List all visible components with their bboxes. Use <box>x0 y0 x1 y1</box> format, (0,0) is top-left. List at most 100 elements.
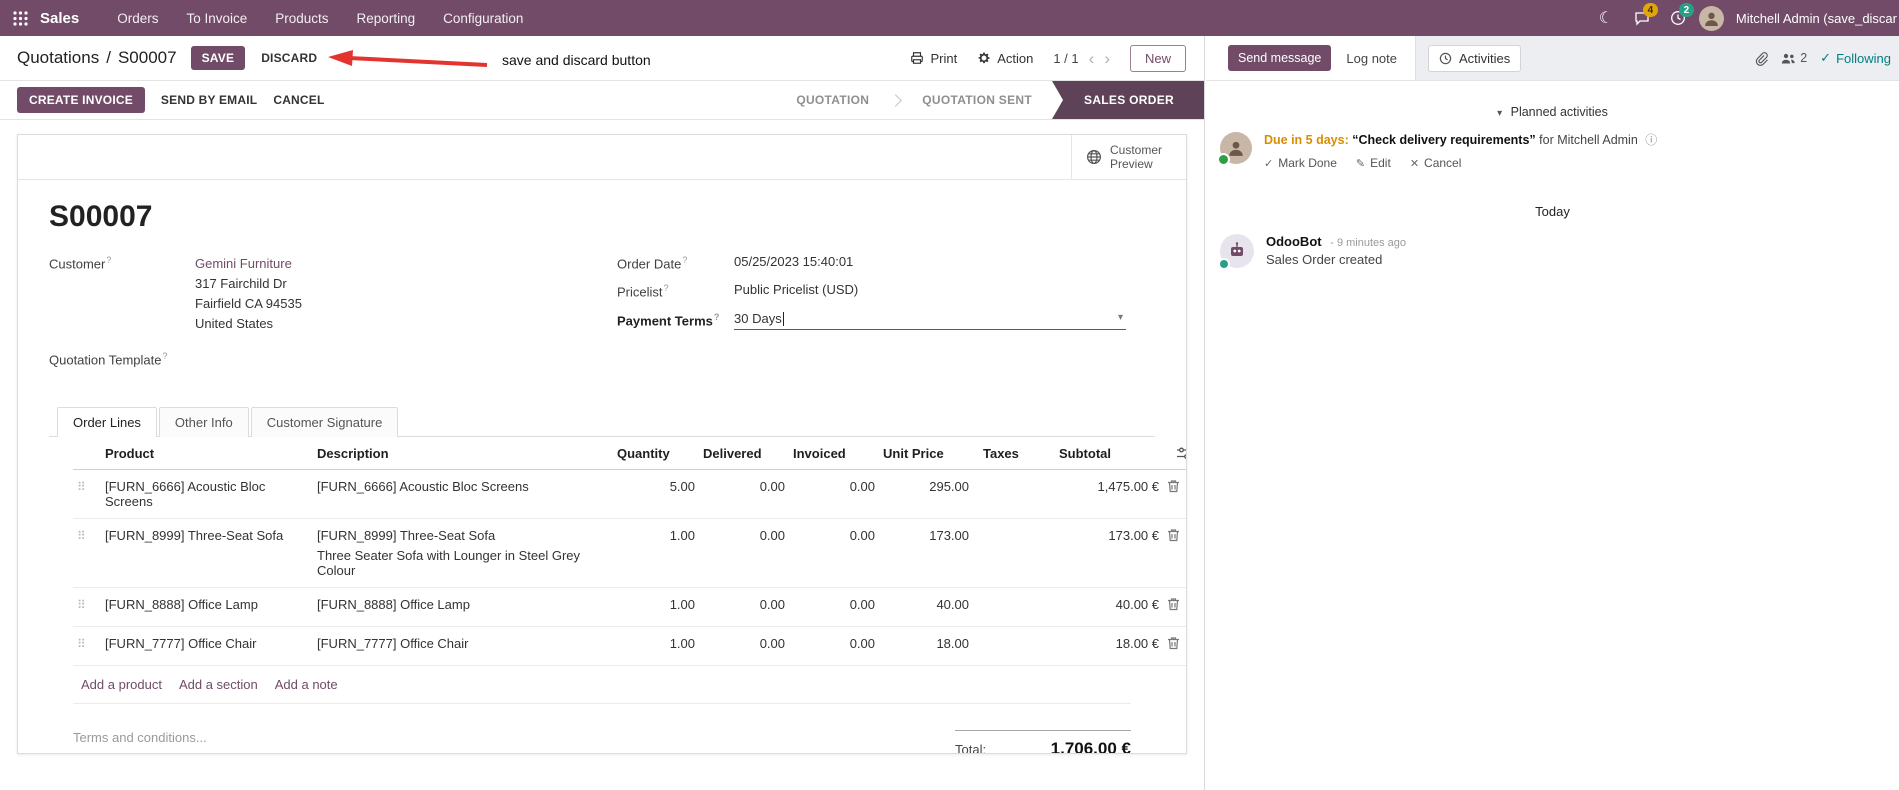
terms-and-conditions-input[interactable]: Terms and conditions... <box>73 730 207 745</box>
cell-taxes[interactable] <box>973 587 1055 628</box>
cell-product[interactable]: [FURN_6666] Acoustic Bloc Screens <box>101 469 313 520</box>
menu-orders[interactable]: Orders <box>105 3 170 34</box>
quotation-template-label[interactable]: Quotation Template? <box>49 350 195 367</box>
discard-button[interactable]: DISCARD <box>261 51 317 65</box>
cell-description[interactable]: [FURN_6666] Acoustic Bloc Screens <box>313 469 613 520</box>
tab-order-lines[interactable]: Order Lines <box>57 407 157 438</box>
pager-next-icon[interactable]: › <box>1104 50 1110 67</box>
drag-handle-icon[interactable]: ⠿ <box>77 598 86 612</box>
menu-to-invoice[interactable]: To Invoice <box>174 3 259 34</box>
order-date-value[interactable]: 05/25/2023 15:40:01 <box>734 254 1126 271</box>
customer-preview-button[interactable]: Customer Preview <box>1071 135 1186 179</box>
col-unit-price[interactable]: Unit Price <box>879 437 973 471</box>
user-avatar[interactable] <box>1698 5 1724 31</box>
customer-link[interactable]: Gemini Furniture <box>195 254 617 274</box>
order-line-row[interactable]: ⠿ [FURN_7777] Office Chair [FURN_7777] O… <box>73 626 1186 667</box>
activities-menu[interactable]: 2 <box>1663 0 1694 36</box>
delete-line-icon[interactable] <box>1167 479 1180 493</box>
cell-quantity[interactable]: 1.00 <box>613 587 699 628</box>
dropdown-caret-icon[interactable]: ▾ <box>1118 312 1123 323</box>
print-button[interactable]: Print <box>910 51 957 66</box>
planned-activities-header[interactable]: ▾ Planned activities <box>1206 105 1899 119</box>
cell-delivered[interactable]: 0.00 <box>699 469 789 520</box>
cell-quantity[interactable]: 5.00 <box>613 469 699 520</box>
cell-unit-price[interactable]: 295.00 <box>879 469 973 520</box>
edit-activity-button[interactable]: ✎ Edit <box>1356 156 1391 170</box>
cell-invoiced[interactable]: 0.00 <box>789 587 879 628</box>
col-delivered[interactable]: Delivered <box>699 437 789 471</box>
order-line-row[interactable]: ⠿ [FURN_6666] Acoustic Bloc Screens [FUR… <box>73 469 1186 520</box>
delete-line-icon[interactable] <box>1167 528 1180 542</box>
tab-other-info[interactable]: Other Info <box>158 407 249 438</box>
app-name[interactable]: Sales <box>40 10 79 27</box>
dark-mode-toggle[interactable]: ☾ <box>1591 0 1621 36</box>
add-product-link[interactable]: Add a product <box>81 677 162 692</box>
order-line-row[interactable]: ⠿ [FURN_8999] Three-Seat Sofa [FURN_8999… <box>73 518 1186 589</box>
cell-quantity[interactable]: 1.00 <box>613 518 699 589</box>
apps-grid-icon[interactable] <box>0 0 40 36</box>
breadcrumb-quotations[interactable]: Quotations <box>17 48 99 68</box>
cell-product[interactable]: [FURN_7777] Office Chair <box>101 626 313 667</box>
mark-done-button[interactable]: ✓ Mark Done <box>1264 156 1337 170</box>
cell-unit-price[interactable]: 173.00 <box>879 518 973 589</box>
order-line-row[interactable]: ⠿ [FURN_8888] Office Lamp [FURN_8888] Of… <box>73 587 1186 628</box>
cell-product[interactable]: [FURN_8999] Three-Seat Sofa <box>101 518 313 589</box>
cell-invoiced[interactable]: 0.00 <box>789 518 879 589</box>
col-subtotal[interactable]: Subtotal <box>1055 437 1163 471</box>
cell-taxes[interactable] <box>973 469 1055 520</box>
new-button[interactable]: New <box>1129 44 1186 72</box>
cell-delivered[interactable]: 0.00 <box>699 626 789 667</box>
tab-customer-signature[interactable]: Customer Signature <box>250 407 399 438</box>
cancel-button[interactable]: CANCEL <box>273 93 324 107</box>
user-menu[interactable]: Mitchell Admin (save_discar <box>1730 11 1897 26</box>
cell-invoiced[interactable]: 0.00 <box>789 626 879 667</box>
activity-avatar[interactable] <box>1217 132 1252 166</box>
stage-quotation-sent[interactable]: QUOTATION SENT <box>902 81 1052 119</box>
add-section-link[interactable]: Add a section <box>179 677 258 692</box>
cell-description[interactable]: [FURN_8999] Three-Seat Sofa Three Seater … <box>313 518 613 589</box>
activities-button[interactable]: Activities <box>1428 44 1522 72</box>
cell-description[interactable]: [FURN_7777] Office Chair <box>313 626 613 667</box>
following-button[interactable]: ✓ Following <box>1820 50 1891 66</box>
stage-quotation[interactable]: QUOTATION <box>776 81 889 119</box>
send-by-email-button[interactable]: SEND BY EMAIL <box>161 93 257 107</box>
delete-line-icon[interactable] <box>1167 636 1180 650</box>
cell-taxes[interactable] <box>973 626 1055 667</box>
drag-handle-icon[interactable]: ⠿ <box>77 480 86 494</box>
col-quantity[interactable]: Quantity <box>613 437 699 471</box>
log-note-button[interactable]: Log note <box>1346 51 1397 66</box>
pager-previous-icon[interactable]: ‹ <box>1089 50 1095 67</box>
add-note-link[interactable]: Add a note <box>275 677 338 692</box>
drag-handle-icon[interactable]: ⠿ <box>77 637 86 651</box>
followers-button[interactable]: 2 <box>1781 51 1807 65</box>
menu-configuration[interactable]: Configuration <box>431 3 535 34</box>
message-author[interactable]: OdooBot <box>1266 234 1322 249</box>
info-icon[interactable]: ⓘ <box>1645 133 1657 147</box>
menu-products[interactable]: Products <box>263 3 340 34</box>
col-description[interactable]: Description <box>313 437 613 471</box>
cell-invoiced[interactable]: 0.00 <box>789 469 879 520</box>
cell-product[interactable]: [FURN_8888] Office Lamp <box>101 587 313 628</box>
cancel-activity-button[interactable]: ✕ Cancel <box>1410 156 1462 170</box>
delete-line-icon[interactable] <box>1167 597 1180 611</box>
menu-reporting[interactable]: Reporting <box>345 3 428 34</box>
cell-unit-price[interactable]: 18.00 <box>879 626 973 667</box>
create-invoice-button[interactable]: CREATE INVOICE <box>17 87 145 113</box>
cell-description[interactable]: [FURN_8888] Office Lamp <box>313 587 613 628</box>
cell-unit-price[interactable]: 40.00 <box>879 587 973 628</box>
payment-terms-input[interactable]: 30 Days ▾ <box>734 311 1126 330</box>
save-button[interactable]: SAVE <box>190 46 246 70</box>
cell-delivered[interactable]: 0.00 <box>699 518 789 589</box>
stage-sales-order[interactable]: SALES ORDER <box>1052 81 1204 119</box>
col-taxes[interactable]: Taxes <box>973 437 1055 471</box>
pricelist-value[interactable]: Public Pricelist (USD) <box>734 282 1126 299</box>
action-menu-button[interactable]: Action <box>977 51 1033 66</box>
cell-delivered[interactable]: 0.00 <box>699 587 789 628</box>
drag-handle-icon[interactable]: ⠿ <box>77 529 86 543</box>
col-product[interactable]: Product <box>101 437 313 471</box>
cell-quantity[interactable]: 1.00 <box>613 626 699 667</box>
col-invoiced[interactable]: Invoiced <box>789 437 879 471</box>
messages-menu[interactable]: 4 <box>1627 0 1658 36</box>
send-message-button[interactable]: Send message <box>1228 45 1332 71</box>
paperclip-icon[interactable] <box>1754 51 1769 66</box>
